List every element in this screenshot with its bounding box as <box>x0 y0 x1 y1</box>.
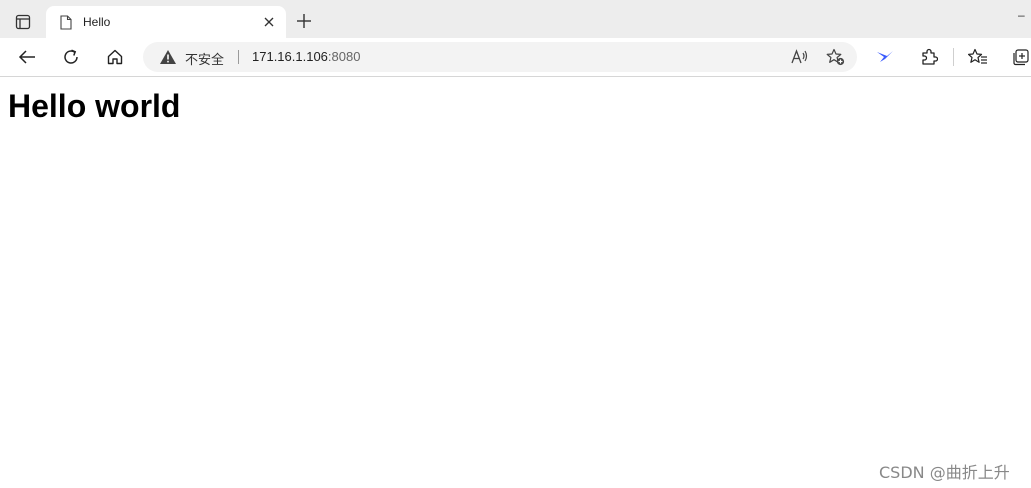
puzzle-icon <box>922 48 938 65</box>
collections-icon <box>1013 49 1029 66</box>
new-tab-button[interactable] <box>292 9 316 33</box>
read-aloud-icon <box>791 49 808 64</box>
add-favorite-button[interactable] <box>823 45 847 69</box>
url-text[interactable]: 171.16.1.106:8080 <box>252 49 360 64</box>
warning-icon <box>160 50 176 64</box>
tab-actions-button[interactable] <box>10 10 36 34</box>
close-icon <box>264 17 274 27</box>
tab-actions-icon <box>15 14 31 30</box>
extensions-button[interactable] <box>915 43 943 71</box>
add-favorite-icon <box>826 48 844 66</box>
back-button[interactable] <box>13 43 41 71</box>
reload-icon <box>64 49 78 64</box>
plus-icon <box>297 14 311 28</box>
home-button[interactable] <box>101 43 129 71</box>
collections-button[interactable] <box>1008 43 1031 71</box>
close-tab-button[interactable] <box>256 9 282 35</box>
toolbar-divider <box>953 48 954 66</box>
back-arrow-icon <box>18 50 35 64</box>
read-aloud-button[interactable] <box>788 45 812 69</box>
home-icon <box>107 49 123 65</box>
url-port: :8080 <box>327 49 361 64</box>
bird-extension-icon <box>877 51 893 62</box>
tab-title: Hello <box>83 15 111 29</box>
url-host: 171.16.1.106 <box>252 49 328 64</box>
reload-button[interactable] <box>57 43 85 71</box>
security-label[interactable]: 不安全 <box>185 49 224 68</box>
minimize-button[interactable]: – <box>1018 8 1025 22</box>
watermark: CSDN @曲折上升 <box>879 463 1010 482</box>
tab-hello[interactable]: Hello <box>46 6 286 38</box>
favorites-button[interactable] <box>964 43 992 71</box>
address-divider <box>238 50 239 64</box>
page-heading: Hello world <box>8 88 181 124</box>
tab-strip: Hello – <box>0 0 1031 38</box>
bird-extension-button[interactable] <box>871 43 899 71</box>
document-icon <box>58 14 74 30</box>
favorites-icon <box>968 48 987 64</box>
address-bar[interactable]: 不安全 171.16.1.106:8080 <box>143 42 857 72</box>
browser-toolbar: 不安全 171.16.1.106:8080 <box>0 38 1031 77</box>
